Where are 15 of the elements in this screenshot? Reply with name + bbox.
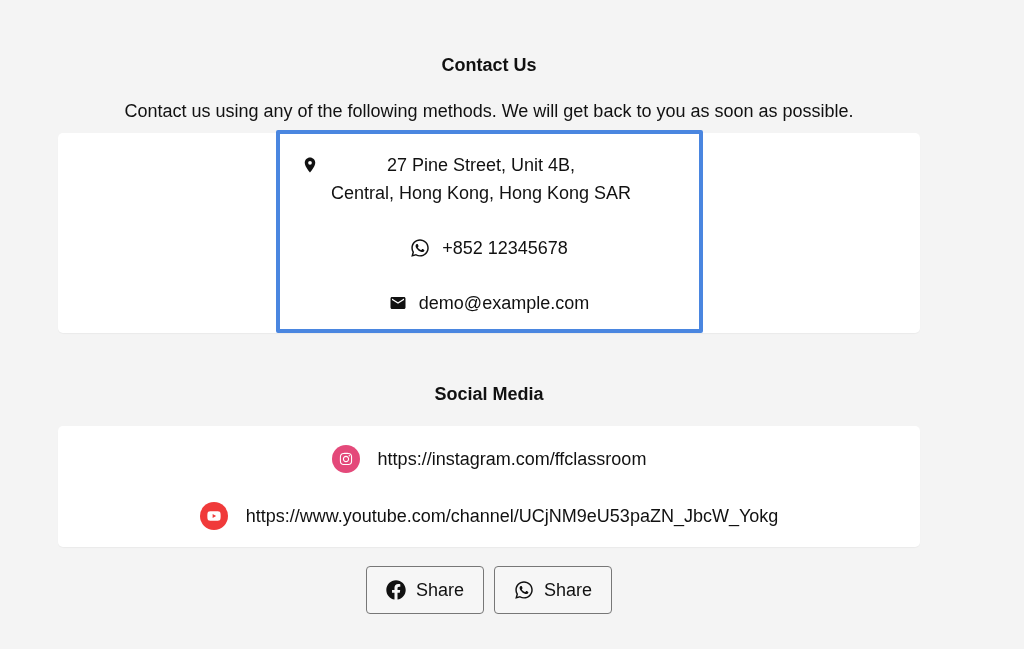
intro-text: Contact us using any of the following methods. We will get back to you as soon as possible. — [124, 100, 854, 123]
whatsapp-icon — [514, 580, 534, 600]
share-button[interactable]: Share — [365, 566, 484, 614]
social-link[interactable]: https://instagram.com/ffclassroom — [377, 444, 647, 474]
social-link[interactable]: https://www.youtube.com/channel/UCjNM9eU53paZN_JbcW_Yokg — [245, 501, 779, 531]
email-icon — [388, 294, 407, 312]
contact-text: demo@example.com — [418, 292, 590, 315]
section-title: Contact Us — [441, 54, 537, 77]
whatsapp-icon — [410, 238, 431, 258]
contact-text: +852 12345678 — [442, 237, 568, 260]
facebook-icon — [385, 580, 406, 600]
share-button[interactable]: Share — [494, 566, 613, 614]
contact-text: Central, Hong Kong, Hong Kong SAR — [330, 182, 632, 205]
contact-text: 27 Pine Street, Unit 4B, — [386, 154, 576, 177]
section-title: Social Media — [434, 383, 544, 406]
